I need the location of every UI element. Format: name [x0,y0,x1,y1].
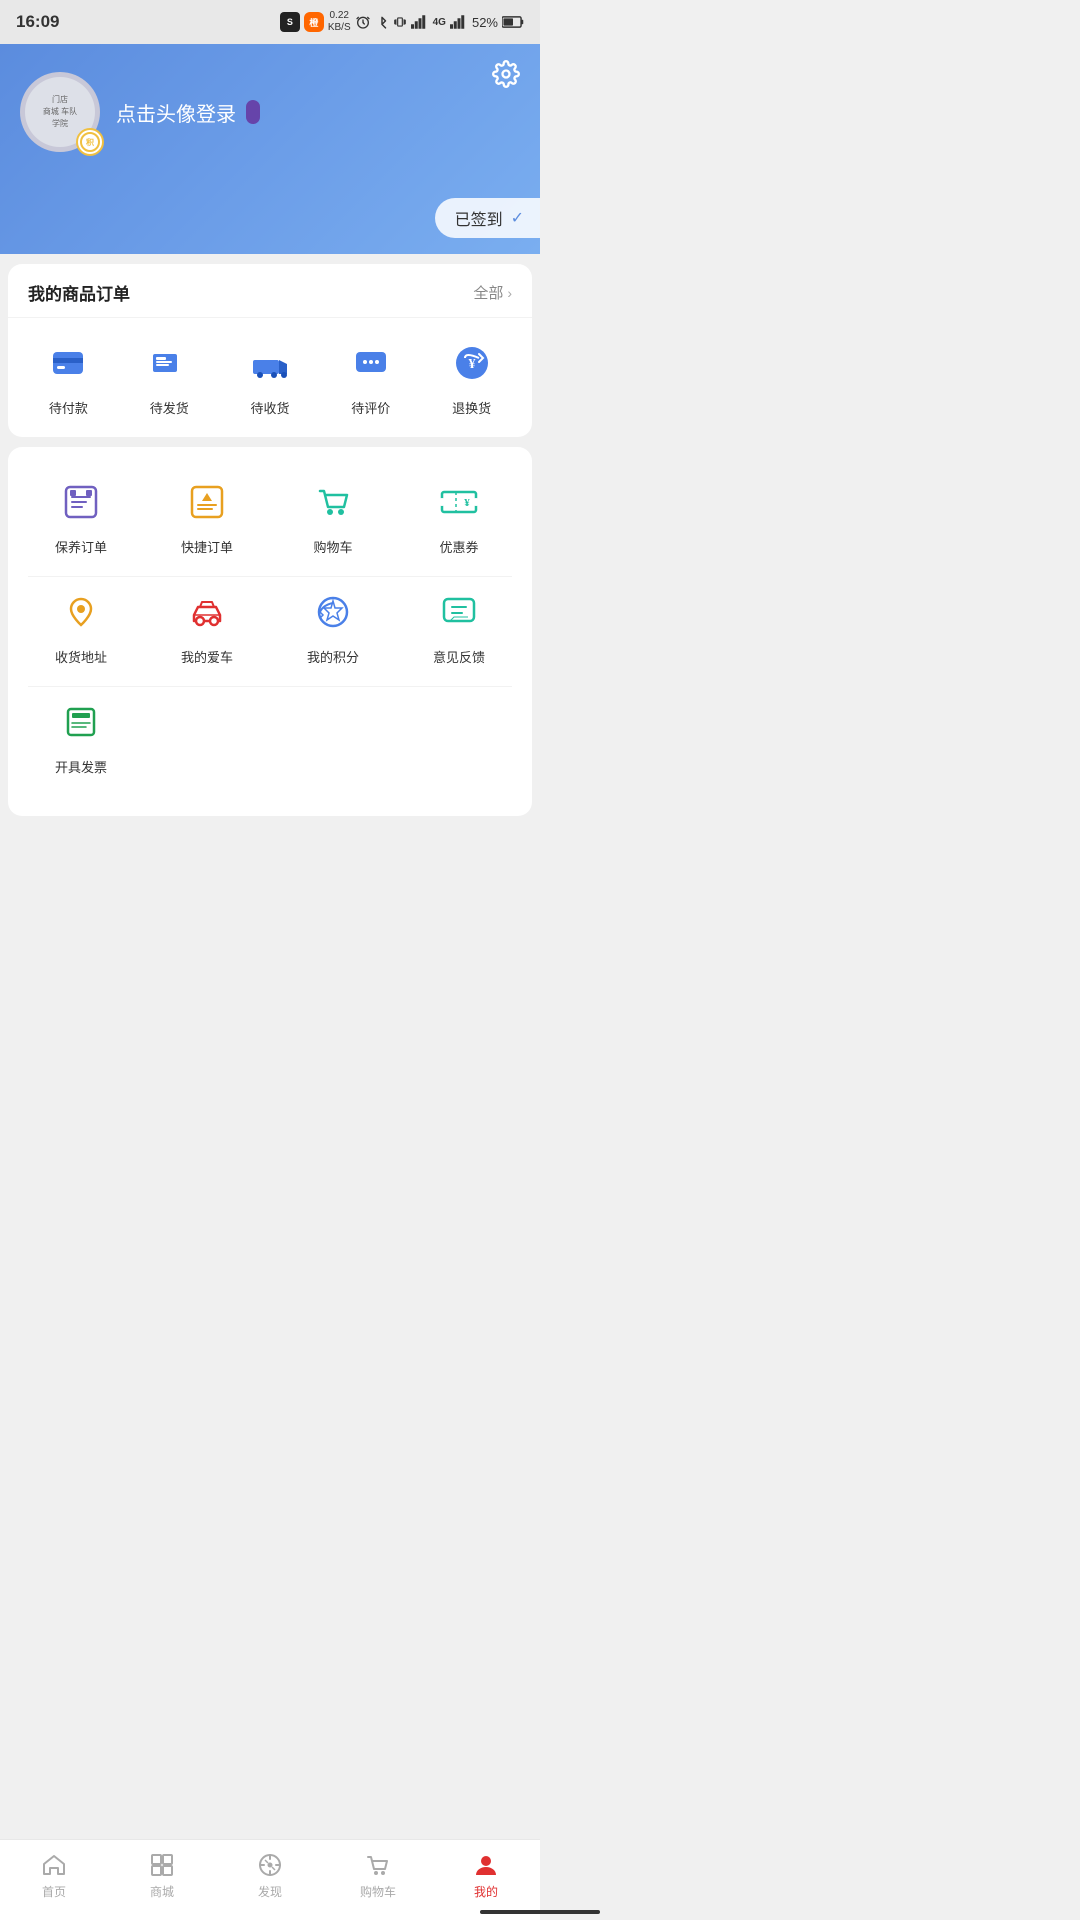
alarm-icon [355,14,371,30]
service-label-points: 我的积分 [307,647,359,666]
signal2-icon [450,15,468,29]
order-item-return[interactable]: ¥ 退换货 [421,338,522,417]
pending-review-icon [346,338,396,388]
service-label-car: 我的爱车 [181,647,233,666]
maintenance-order-icon [56,477,106,527]
pending-ship-icon [144,338,194,388]
battery-icon [502,15,524,29]
service-my-points[interactable]: 我的积分 [270,577,396,676]
cart-nav-icon [365,1852,391,1878]
home-nav-icon [41,1852,67,1878]
nav-discover[interactable]: 发现 [216,1852,324,1900]
return-icon: ¥ [447,338,497,388]
service-quick-order[interactable]: 快捷订单 [144,467,270,566]
coupon-icon: ¥ [434,477,484,527]
service-maintenance-order[interactable]: 保养订单 [18,467,144,566]
service-label-maintenance: 保养订单 [55,537,107,556]
invoice-icon [56,697,106,747]
orders-section: 我的商品订单 全部 › 待付款 [8,264,532,437]
service-coupon[interactable]: ¥ 优惠券 [396,467,522,566]
nav-home-label: 首页 [42,1883,66,1900]
avatar-container[interactable]: 门店商城 车队学院 积 [20,72,100,152]
order-label-pending-receive: 待收货 [250,398,289,417]
nav-home[interactable]: 首页 [0,1852,108,1900]
service-invoice[interactable]: 开具发票 [18,687,144,786]
header-profile-area: 门店商城 车队学院 积 点击头像登录 已签到 ✓ [0,44,540,254]
nav-cart-label: 购物车 [360,1883,396,1900]
service-label-feedback: 意见反馈 [433,647,485,666]
services-section: 保养订单 快捷订单 购物车 [8,447,532,816]
discover-nav-icon [257,1852,283,1878]
time-display: 16:09 [16,12,59,32]
service-label-address: 收货地址 [55,647,107,666]
nav-mine-label: 我的 [474,1883,498,1900]
orders-header: 我的商品订单 全部 › [8,264,532,318]
home-indicator [480,1910,600,1914]
signed-label: 已签到 [455,206,503,230]
service-my-car[interactable]: 我的爱车 [144,577,270,676]
purple-dot [246,100,260,124]
order-label-pending-ship: 待发货 [150,398,189,417]
feedback-icon [434,587,484,637]
pending-receive-icon [245,338,295,388]
order-item-pending-ship[interactable]: 待发货 [119,338,220,417]
orange-app-icon: 橙 [304,12,324,32]
mine-nav-icon [473,1852,499,1878]
check-icon: ✓ [511,208,524,228]
status-bar: 16:09 S 橙 0.22KB/S 4G 52% [0,0,540,44]
nav-mine[interactable]: 我的 [432,1852,540,1900]
service-label-invoice: 开具发票 [55,757,107,776]
svg-text:¥: ¥ [464,497,470,509]
soul-app-icon: S [280,12,300,32]
service-label-quick: 快捷订单 [181,537,233,556]
order-icons-row: 待付款 待发货 [8,318,532,437]
mall-nav-icon [149,1852,175,1878]
service-shopping-cart[interactable]: 购物车 [270,467,396,566]
service-label-cart: 购物车 [313,537,352,556]
pending-payment-icon [43,338,93,388]
services-row1: 保养订单 快捷订单 购物车 [18,467,522,566]
orders-more-button[interactable]: 全部 › [473,282,512,303]
network-type-4g: 4G [433,17,446,28]
address-icon [56,587,106,637]
nav-discover-label: 发现 [258,1883,282,1900]
profile-login-text[interactable]: 点击头像登录 [116,98,260,127]
nav-mall[interactable]: 商城 [108,1852,216,1900]
signal-icon [411,15,429,29]
quick-order-icon [182,477,232,527]
service-label-coupon: 优惠券 [439,537,478,556]
vibrate-icon [393,14,407,30]
orders-title: 我的商品订单 [28,280,130,305]
services-row3: 开具发票 [18,687,522,786]
settings-button[interactable] [492,60,520,88]
chevron-right-icon: › [507,285,512,301]
svg-text:¥: ¥ [468,357,475,372]
order-label-return: 退换货 [452,398,491,417]
orders-more-label: 全部 [473,282,503,303]
my-car-icon [182,587,232,637]
nav-mall-label: 商城 [150,1883,174,1900]
network-speed: 0.22KB/S [328,10,351,34]
order-label-pending-review: 待评价 [351,398,390,417]
order-item-pending-receive[interactable]: 待收货 [220,338,321,417]
order-item-pending-payment[interactable]: 待付款 [18,338,119,417]
order-item-pending-review[interactable]: 待评价 [320,338,421,417]
bluetooth-icon [375,14,389,30]
my-points-icon [308,587,358,637]
profile-row: 门店商城 车队学院 积 点击头像登录 [20,72,520,152]
service-address[interactable]: 收货地址 [18,577,144,676]
order-label-pending-payment: 待付款 [49,398,88,417]
bottom-nav: 首页 商城 发现 [0,1839,540,1920]
shopping-cart-icon-service [308,477,358,527]
points-badge: 积 [76,128,104,156]
services-row2: 收货地址 我的爱车 [18,577,522,676]
status-icons: S 橙 0.22KB/S 4G 52% [280,10,524,34]
signed-badge[interactable]: 已签到 ✓ [435,198,540,238]
service-feedback[interactable]: 意见反馈 [396,577,522,676]
nav-cart[interactable]: 购物车 [324,1852,432,1900]
battery-level: 52% [472,15,498,30]
points-icon: 积 [80,132,100,152]
